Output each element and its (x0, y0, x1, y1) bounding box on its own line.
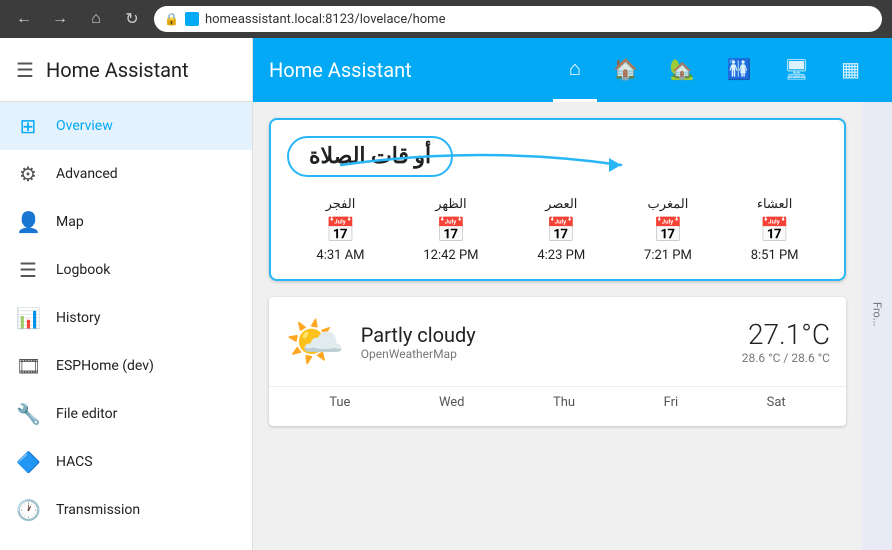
top-bar-title: Home Assistant (269, 58, 553, 82)
calendar-icon: 📅 (326, 216, 356, 244)
prayer-name: الفجر (326, 197, 356, 212)
prayer-value: 4:31 AM (316, 248, 364, 263)
weather-icon: 🌤️ (285, 313, 345, 370)
tab-nav: ⌂ 🏠 🏡 🚻 🖥 ▦ (553, 38, 876, 102)
content-main: أو قات الصلاة العشاء 📅 8:51 PM المغرب 📅 … (253, 102, 862, 550)
nav-label-hacs: HACS (56, 454, 93, 470)
top-bar: Home Assistant ⌂ 🏠 🏡 🚻 🖥 ▦ (253, 38, 892, 102)
main-content: Home Assistant ⌂ 🏠 🏡 🚻 🖥 ▦ أو قات الصلاة (253, 38, 892, 550)
weather-range: 28.6 °C / 28.6 °C (742, 351, 830, 365)
sidebar: ☰ Home Assistant ⊞ Overview ⚙ Advanced 👤 Map ☰… (0, 38, 253, 550)
nav-label-logbook: Logbook (56, 262, 110, 278)
calendar-icon: 📅 (653, 216, 683, 244)
prayer-value: 4:23 PM (537, 248, 585, 263)
nav-label-map: Map (56, 214, 84, 230)
nav-icon-map: 👤 (16, 210, 40, 234)
weather-info: Partly cloudy OpenWeatherMap (361, 323, 726, 361)
nav-label-file-editor: File editor (56, 406, 117, 422)
prayer-title: أو قات الصلاة (287, 136, 453, 177)
side-panel: Fro... (862, 102, 892, 550)
tab-house[interactable]: 🏡 (654, 38, 711, 102)
sidebar-item-file-editor[interactable]: 🔧 File editor (0, 390, 252, 438)
home-button[interactable]: ⌂ (82, 5, 110, 33)
nav-label-esphome: ESPHome (dev) (56, 358, 154, 374)
prayer-value: 8:51 PM (751, 248, 799, 263)
reload-button[interactable]: ↻ (118, 5, 146, 33)
sidebar-item-hacs[interactable]: 🔷 HACS (0, 438, 252, 486)
calendar-icon: 📅 (436, 216, 466, 244)
security-icon: 🔒 (164, 12, 179, 26)
sidebar-item-history[interactable]: 📊 History (0, 294, 252, 342)
weather-day: Tue (329, 395, 350, 410)
nav-icon-history: 📊 (16, 306, 40, 330)
weather-card-inner: 🌤️ Partly cloudy OpenWeatherMap 27.1°C 2… (269, 297, 846, 386)
prayer-times: العشاء 📅 8:51 PM المغرب 📅 7:21 PM العصر … (287, 197, 828, 263)
address-text: homeassistant.local:8123/lovelace/home (205, 12, 446, 27)
weather-day: Wed (439, 395, 465, 410)
favicon (185, 12, 199, 26)
nav-icon-transmission: 🕐 (16, 498, 40, 522)
prayer-name: المغرب (648, 197, 689, 212)
prayer-time-item: المغرب 📅 7:21 PM (644, 197, 692, 263)
calendar-icon: 📅 (760, 216, 790, 244)
tab-bath[interactable]: 🚻 (711, 38, 768, 102)
browser-chrome: ← → ⌂ ↻ 🔒 homeassistant.local:8123/lovel… (0, 0, 892, 38)
forward-button[interactable]: → (46, 5, 74, 33)
weather-days: Tue Wed Thu Fri Sat (269, 386, 846, 426)
prayer-time-item: الظهر 📅 12:42 PM (423, 197, 478, 263)
nav-label-history: History (56, 310, 101, 326)
nav-icon-overview: ⊞ (16, 114, 40, 138)
sidebar-item-advanced[interactable]: ⚙ Advanced (0, 150, 252, 198)
hamburger-icon[interactable]: ☰ (16, 58, 34, 82)
prayer-time-item: الفجر 📅 4:31 AM (316, 197, 364, 263)
prayer-name: العشاء (757, 197, 793, 212)
nav-label-overview: Overview (56, 118, 113, 134)
calendar-icon: 📅 (546, 216, 576, 244)
nav-label-advanced: Advanced (56, 166, 118, 182)
sidebar-title: Home Assistant (46, 58, 189, 82)
nav-icon-hacs: 🔷 (16, 450, 40, 474)
nav-icon-esphome: 🎞 (16, 354, 40, 378)
nav-icon-logbook: ☰ (16, 258, 40, 282)
sidebar-item-logbook[interactable]: ☰ Logbook (0, 246, 252, 294)
sidebar-nav: ⊞ Overview ⚙ Advanced 👤 Map ☰ Logbook 📊 History 🎞 E… (0, 102, 252, 550)
weather-temp-block: 27.1°C 28.6 °C / 28.6 °C (742, 318, 830, 365)
prayer-time-item: العصر 📅 4:23 PM (537, 197, 585, 263)
content-area: أو قات الصلاة العشاء 📅 8:51 PM المغرب 📅 … (253, 102, 892, 550)
sidebar-item-transmission[interactable]: 🕐 Transmission (0, 486, 252, 534)
sidebar-item-map[interactable]: 👤 Map (0, 198, 252, 246)
weather-source: OpenWeatherMap (361, 347, 726, 361)
back-button[interactable]: ← (10, 5, 38, 33)
weather-temp: 27.1°C (742, 318, 830, 351)
nav-label-transmission: Transmission (56, 502, 140, 518)
nav-icon-file-editor: 🔧 (16, 402, 40, 426)
tab-monitor[interactable]: 🖥 (768, 38, 825, 102)
sidebar-item-overview[interactable]: ⊞ Overview (0, 102, 252, 150)
address-bar[interactable]: 🔒 homeassistant.local:8123/lovelace/home (154, 6, 882, 32)
tab-floor[interactable]: 🏠 (597, 38, 654, 102)
weather-card: 🌤️ Partly cloudy OpenWeatherMap 27.1°C 2… (269, 297, 846, 426)
weather-day: Thu (553, 395, 575, 410)
weather-condition: Partly cloudy (361, 323, 726, 347)
prayer-name: العصر (545, 197, 577, 212)
prayer-card: أو قات الصلاة العشاء 📅 8:51 PM المغرب 📅 … (269, 118, 846, 281)
tab-network[interactable]: ▦ (825, 38, 876, 102)
nav-icon-advanced: ⚙ (16, 162, 40, 186)
sidebar-item-esphome[interactable]: 🎞 ESPHome (dev) (0, 342, 252, 390)
sidebar-header: ☰ Home Assistant (0, 38, 252, 102)
prayer-value: 12:42 PM (423, 248, 478, 263)
prayer-value: 7:21 PM (644, 248, 692, 263)
side-panel-label: Fro... (871, 302, 884, 327)
weather-day: Sat (767, 395, 786, 410)
prayer-time-item: العشاء 📅 8:51 PM (751, 197, 799, 263)
app-layout: ☰ Home Assistant ⊞ Overview ⚙ Advanced 👤 Map ☰… (0, 38, 892, 550)
tab-home[interactable]: ⌂ (553, 38, 597, 102)
weather-day: Fri (664, 395, 679, 410)
prayer-name: الظهر (435, 197, 466, 212)
